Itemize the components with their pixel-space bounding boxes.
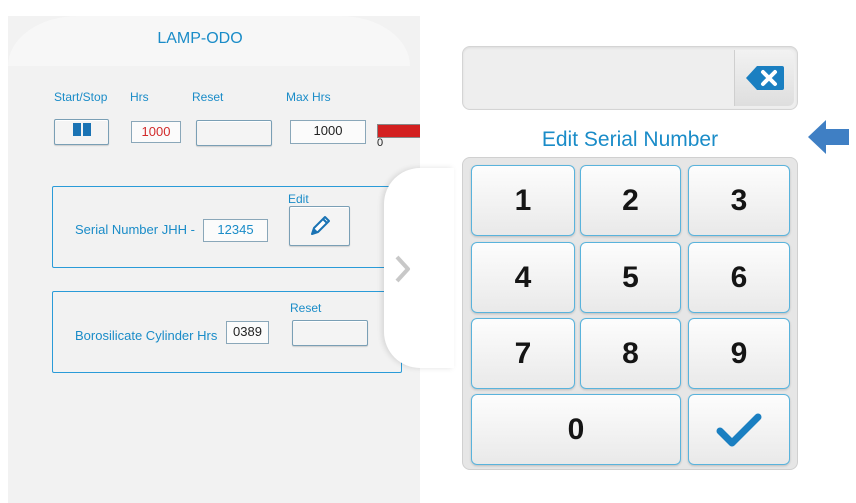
start-stop-button[interactable] bbox=[54, 119, 109, 145]
key-1[interactable]: 1 bbox=[471, 165, 575, 236]
lamp-odo-title: LAMP-ODO bbox=[157, 30, 243, 47]
serial-number-value: 12345 bbox=[203, 219, 268, 242]
edit-serial-title: Edit Serial Number bbox=[541, 128, 719, 151]
key-5[interactable]: 5 bbox=[580, 242, 681, 313]
cylinder-reset-label: Reset bbox=[290, 301, 322, 315]
edit-label: Edit bbox=[288, 192, 309, 206]
reset-hrs-button[interactable] bbox=[196, 120, 272, 146]
backspace-button[interactable] bbox=[734, 50, 794, 106]
backspace-icon bbox=[745, 66, 784, 90]
key-9[interactable]: 9 bbox=[688, 318, 790, 389]
start-stop-label: Start/Stop bbox=[54, 90, 108, 104]
serial-number-label: Serial Number JHH - bbox=[75, 222, 195, 237]
confirm-button[interactable] bbox=[688, 394, 790, 465]
key-7[interactable]: 7 bbox=[471, 318, 575, 389]
checkmark-icon bbox=[716, 413, 762, 446]
key-2[interactable]: 2 bbox=[580, 165, 681, 236]
gauge-zero-label: 0 bbox=[377, 137, 384, 149]
hours-gauge-bar bbox=[377, 124, 422, 138]
arrow-left-icon bbox=[806, 118, 851, 161]
chevron-right-icon[interactable] bbox=[394, 254, 412, 289]
cylinder-hours-value: 0389 bbox=[226, 321, 269, 344]
reset-label: Reset bbox=[192, 90, 224, 104]
key-6[interactable]: 6 bbox=[688, 242, 790, 313]
max-hrs-input[interactable]: 1000 bbox=[290, 120, 366, 144]
max-hrs-label: Max Hrs bbox=[286, 90, 331, 104]
cylinder-reset-button[interactable] bbox=[292, 320, 368, 346]
hrs-label: Hrs bbox=[130, 90, 149, 104]
pencil-icon bbox=[310, 216, 330, 235]
cylinder-hours-label: Borosilicate Cylinder Hrs bbox=[75, 328, 218, 343]
pause-icon bbox=[72, 123, 92, 141]
key-4[interactable]: 4 bbox=[471, 242, 575, 313]
key-0[interactable]: 0 bbox=[471, 394, 681, 465]
hrs-value: 1000 bbox=[131, 121, 181, 143]
edit-serial-button[interactable] bbox=[289, 206, 350, 246]
key-8[interactable]: 8 bbox=[580, 318, 681, 389]
key-3[interactable]: 3 bbox=[688, 165, 790, 236]
